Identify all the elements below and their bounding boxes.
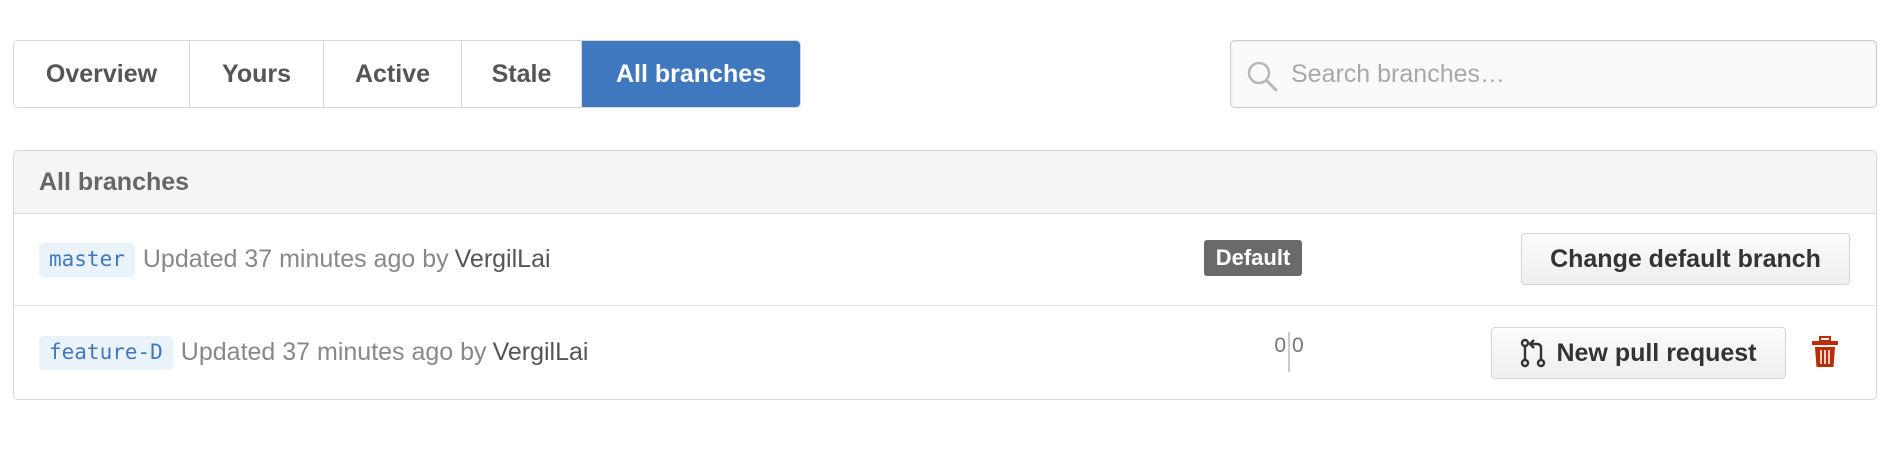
branch-name-link[interactable]: master (39, 242, 135, 277)
branches-panel: All branches master Updated 37 minutes a… (13, 150, 1877, 400)
branch-row: master Updated 37 minutes ago by VergilL… (14, 214, 1876, 306)
tab-yours[interactable]: Yours (190, 41, 324, 107)
ahead-count: 0 (1292, 334, 1304, 357)
author-link[interactable]: VergilLai (493, 338, 589, 367)
search-input[interactable] (1291, 59, 1861, 89)
divergence-divider (1288, 332, 1290, 372)
author-link[interactable]: VergilLai (455, 245, 551, 274)
new-pull-request-label: New pull request (1556, 338, 1757, 367)
tab-active[interactable]: Active (324, 41, 462, 107)
new-pull-request-button[interactable]: New pull request (1491, 327, 1786, 379)
tab-overview[interactable]: Overview (14, 41, 190, 107)
branch-info: feature-D Updated 37 minutes ago by Verg… (39, 335, 589, 370)
panel-title: All branches (14, 151, 1876, 214)
default-badge: Default (1204, 240, 1302, 276)
tab-stale[interactable]: Stale (462, 41, 582, 107)
search-box (1230, 40, 1877, 108)
updated-text: Updated 37 minutes ago by (142, 245, 449, 273)
ahead-behind-count: 0 0 (1259, 332, 1319, 372)
search-icon (1247, 61, 1278, 92)
change-default-branch-button[interactable]: Change default branch (1521, 233, 1850, 285)
updated-text: Updated 37 minutes ago by (180, 338, 487, 366)
branch-filter-tabs: Overview Yours Active Stale All branches (13, 40, 801, 108)
tab-all-branches[interactable]: All branches (582, 41, 800, 107)
branch-row: feature-D Updated 37 minutes ago by Verg… (14, 306, 1876, 399)
branch-name-link[interactable]: feature-D (39, 335, 173, 370)
branch-info: master Updated 37 minutes ago by VergilL… (39, 242, 551, 277)
trash-icon[interactable] (1811, 336, 1839, 368)
git-pull-request-icon (1521, 338, 1546, 368)
behind-count: 0 (1274, 334, 1286, 357)
